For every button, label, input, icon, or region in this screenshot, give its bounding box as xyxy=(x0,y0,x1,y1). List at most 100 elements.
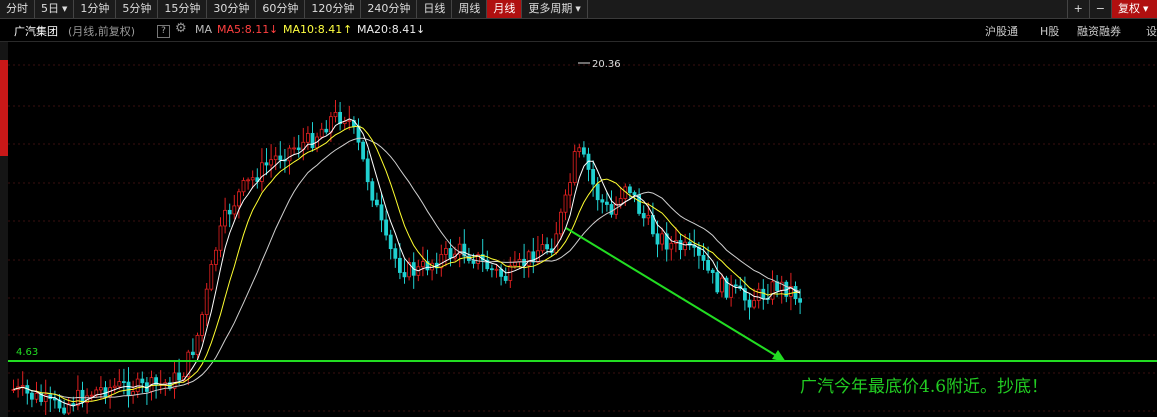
candle-body xyxy=(545,244,549,250)
candle-body xyxy=(246,179,251,182)
candle-body xyxy=(131,391,136,396)
candle-body xyxy=(379,204,384,221)
annotation-comment: 广汽今年最底价4.6附近。抄底！ xyxy=(800,377,1049,397)
candle-body xyxy=(563,194,568,213)
candle-body xyxy=(112,385,117,389)
candle-body xyxy=(223,209,228,227)
candle-body xyxy=(99,387,103,391)
candle-body xyxy=(701,254,706,261)
candle-body xyxy=(324,128,329,133)
candle-body xyxy=(572,151,577,183)
candle-body xyxy=(296,147,301,151)
candle-body xyxy=(646,214,651,219)
candle-body xyxy=(204,288,209,315)
candle-body xyxy=(706,259,710,271)
candle-body xyxy=(756,288,761,301)
candle-body xyxy=(190,351,195,355)
candle-body xyxy=(770,281,775,300)
high-price-label: 20.36 xyxy=(592,59,621,70)
candle-body xyxy=(328,116,333,133)
candle-body xyxy=(752,300,756,308)
candle-body xyxy=(287,147,292,162)
candle-body xyxy=(122,381,126,383)
candle-body xyxy=(729,284,733,298)
candle-body xyxy=(213,249,218,265)
candle-body xyxy=(715,272,720,293)
ma20-line xyxy=(13,137,801,399)
candle-body xyxy=(798,298,802,303)
candle-body xyxy=(508,265,513,281)
candle-body xyxy=(448,248,453,259)
candle-body xyxy=(733,284,738,287)
candle-body xyxy=(494,268,499,271)
candle-body xyxy=(80,389,85,403)
candle-body xyxy=(310,132,315,149)
candle-body xyxy=(605,201,609,205)
candle-body xyxy=(443,248,448,255)
candle-body xyxy=(264,162,269,166)
candle-body xyxy=(388,234,393,250)
candle-body xyxy=(278,155,283,161)
candle-body xyxy=(227,209,232,215)
candle-body xyxy=(420,261,425,268)
candle-body xyxy=(140,378,145,384)
candle-body xyxy=(89,394,94,397)
candle-body xyxy=(195,334,200,355)
candle-body xyxy=(292,147,297,150)
candle-body xyxy=(393,248,398,259)
candle-body xyxy=(559,211,563,235)
candle-body xyxy=(365,158,370,183)
candle-body xyxy=(236,191,241,207)
candle-body xyxy=(526,251,531,266)
candle-body xyxy=(554,233,559,253)
candle-body xyxy=(536,250,540,263)
candle-body xyxy=(361,141,366,160)
candle-body xyxy=(20,385,25,388)
candle-body xyxy=(232,205,237,215)
candle-body xyxy=(568,182,572,196)
candle-body xyxy=(374,199,379,206)
candle-body xyxy=(540,244,545,252)
candle-body xyxy=(683,241,687,251)
candle-body xyxy=(218,225,223,251)
low-price-label: 4.63 xyxy=(16,347,38,358)
candle-body xyxy=(600,199,605,203)
candle-body xyxy=(655,233,660,245)
candle-body xyxy=(609,204,614,215)
candle-body xyxy=(720,277,724,293)
candle-body xyxy=(347,120,352,122)
candle-body xyxy=(397,257,402,273)
candle-body xyxy=(669,242,674,250)
candle-body xyxy=(678,240,683,251)
candle-body xyxy=(135,378,140,393)
candle-body xyxy=(582,147,586,155)
candle-body xyxy=(29,392,34,400)
candle-body xyxy=(402,272,407,278)
candle-body xyxy=(305,132,310,143)
candle-body xyxy=(126,381,131,396)
candlesticks xyxy=(11,100,802,415)
candle-body xyxy=(177,372,182,381)
candle-body xyxy=(632,192,637,196)
candle-body xyxy=(618,198,623,205)
candle-body xyxy=(200,314,205,336)
candle-body xyxy=(503,275,508,281)
candle-body xyxy=(591,169,595,185)
candle-body xyxy=(384,219,389,236)
ma5-line xyxy=(13,118,801,407)
candle-body xyxy=(660,233,664,245)
candle-body xyxy=(370,181,375,201)
candle-body xyxy=(250,177,255,181)
candle-body xyxy=(269,159,274,166)
candle-body xyxy=(259,162,264,182)
candle-body xyxy=(319,128,324,138)
candle-body xyxy=(641,213,646,219)
candle-body xyxy=(117,381,122,387)
candle-body xyxy=(577,147,582,153)
candle-body xyxy=(241,180,246,193)
candle-body xyxy=(209,264,214,290)
candle-body xyxy=(471,260,476,264)
candle-body xyxy=(595,183,600,201)
kline-chart[interactable]: 4.63 20.36 xyxy=(0,0,1157,417)
candle-body xyxy=(273,155,278,161)
